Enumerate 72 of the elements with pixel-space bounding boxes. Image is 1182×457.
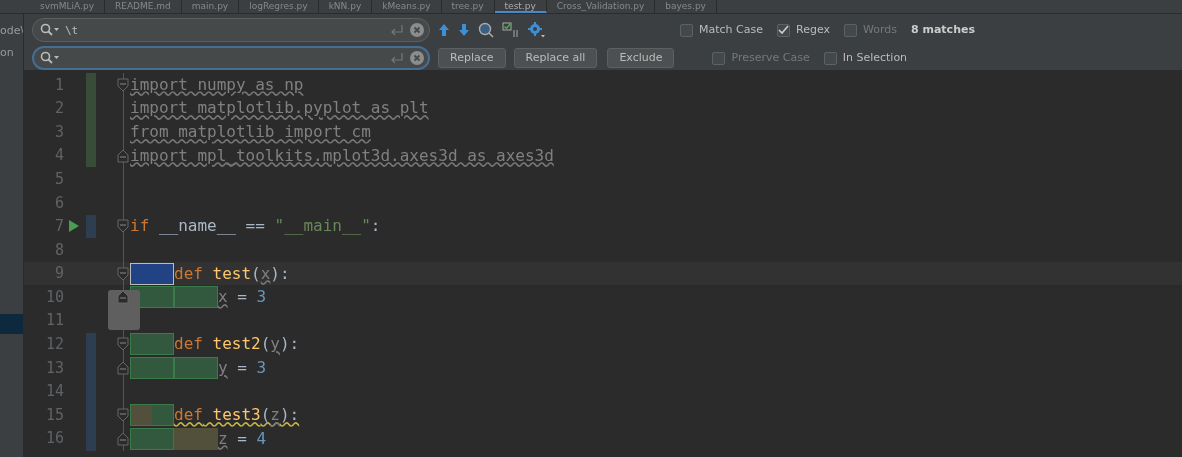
option-label: Words (862, 21, 897, 38)
line-number: 10 (44, 286, 64, 308)
editor-tab[interactable]: svmMLiA.py (30, 0, 105, 13)
code-line: import matplotlib.pyplot as plt (130, 97, 429, 120)
line-number: 8 (53, 239, 64, 261)
code-line: def test2(y): (174, 333, 300, 356)
check-icon (778, 25, 789, 35)
code-line: import numpy as np (130, 73, 304, 96)
line-number: 14 (44, 381, 64, 403)
find-all-icon[interactable] (478, 22, 494, 38)
checkbox[interactable] (823, 51, 837, 65)
checkbox[interactable] (680, 23, 693, 37)
fold-icon[interactable] (117, 408, 129, 423)
unfold-icon[interactable] (117, 290, 129, 305)
editor-tab[interactable]: main.py (181, 0, 240, 13)
arrow-up-icon[interactable] (438, 23, 450, 37)
line-number: 7 (53, 216, 64, 238)
code-line: y = 3 (218, 356, 267, 379)
option-label: Preserve Case (731, 49, 810, 66)
line-number: 5 (53, 168, 64, 190)
code-line: def test3(z): (174, 404, 300, 427)
replace-field[interactable] (32, 46, 430, 70)
select-occurrences-icon[interactable] (502, 22, 520, 38)
editor-tab[interactable]: kNN.py (318, 0, 373, 13)
code-line: def test(x): (174, 262, 290, 285)
checkbox[interactable] (777, 23, 790, 37)
action-button[interactable]: Exclude (607, 48, 675, 68)
action-button[interactable]: Replace (438, 48, 506, 68)
option-label: Match Case (699, 21, 763, 38)
editor-tab[interactable]: kMeans.py (372, 0, 442, 13)
editor-tab[interactable]: bayes.py (655, 0, 717, 13)
line-number: 6 (53, 192, 64, 214)
code-line: if __name__ == "__main__": (130, 215, 381, 238)
fold-icon[interactable] (117, 266, 129, 281)
line-number: 12 (44, 334, 64, 356)
action-button[interactable]: Replace all (513, 48, 598, 68)
line-number: 1 (53, 74, 64, 96)
editor-tab[interactable]: tree.py (441, 0, 495, 13)
match-count: 8 matches (911, 21, 975, 38)
enter-icon (390, 24, 404, 36)
line-number: 16 (44, 428, 64, 450)
line-number: 11 (44, 310, 64, 332)
line-number: 4 (53, 145, 64, 167)
arrow-down-icon[interactable] (458, 23, 470, 37)
line-number: 2 (53, 98, 64, 120)
line-number: 15 (44, 404, 64, 426)
option-label: Regex (796, 21, 830, 38)
line-number: 13 (44, 357, 64, 379)
clear-icon[interactable] (410, 23, 424, 37)
code-line: from matplotlib import cm (130, 121, 371, 143)
unfold-icon[interactable] (117, 360, 129, 375)
run-icon[interactable] (68, 219, 80, 234)
line-number: 3 (53, 121, 64, 143)
editor-tab[interactable]: Cross_Validation.py (546, 0, 656, 13)
code-line: import mpl_toolkits.mplot3d.axes3d as axes3d (130, 144, 554, 167)
tree-item[interactable]: on (0, 42, 23, 64)
settings-icon[interactable] (528, 22, 546, 38)
unfold-icon[interactable] (117, 148, 129, 163)
search-icon[interactable] (40, 51, 60, 65)
clear-icon[interactable] (410, 51, 424, 65)
unfold-icon[interactable] (117, 431, 129, 446)
code-line: x = 3 (218, 286, 267, 309)
search-field[interactable]: \t (32, 18, 430, 42)
option-label: In Selection (842, 49, 908, 66)
fold-icon[interactable] (117, 77, 129, 92)
search-icon[interactable] (40, 23, 60, 37)
editor-tab[interactable]: README.md (104, 0, 182, 13)
enter-icon (390, 52, 404, 64)
editor-tab[interactable]: logRegres.py (239, 0, 319, 13)
code-line: z = 4 (218, 427, 267, 450)
fold-icon[interactable] (117, 219, 129, 234)
fold-icon[interactable] (117, 337, 129, 352)
